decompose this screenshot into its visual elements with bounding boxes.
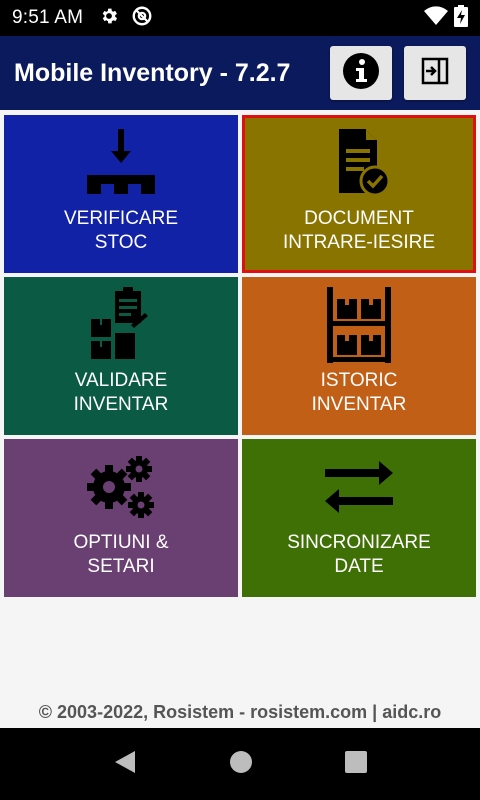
tile-label: ISTORIC INVENTAR bbox=[311, 370, 407, 415]
app-title: Mobile Inventory - 7.2.7 bbox=[14, 58, 291, 87]
tile-optiuni-setari[interactable]: OPTIUNI & SETARI bbox=[4, 439, 238, 597]
info-icon bbox=[342, 52, 380, 95]
clipboard-boxes-icon bbox=[4, 285, 238, 365]
tile-label: VERIFICARE STOC bbox=[63, 208, 179, 253]
home-icon[interactable] bbox=[229, 750, 253, 779]
tile-verificare-stoc[interactable]: VERIFICARE STOC bbox=[4, 115, 238, 273]
tile-document-intrare-iesire[interactable]: DOCUMENT INTRARE-IESIRE bbox=[242, 115, 476, 273]
sync-arrows-icon bbox=[242, 447, 476, 527]
gears-icon bbox=[4, 447, 238, 527]
menu-grid: VERIFICARE STOC DOCUMENT INTRARE-IESIRE bbox=[4, 115, 476, 597]
status-bar: 9:51 AM bbox=[0, 0, 480, 36]
nav-bar bbox=[0, 728, 480, 800]
wifi-icon bbox=[424, 5, 448, 31]
at-sign-icon bbox=[131, 5, 153, 32]
tile-label: VALIDARE INVENTAR bbox=[73, 370, 169, 415]
footer-copyright: © 2003-2022, Rosistem - rosistem.com | a… bbox=[38, 702, 442, 722]
exit-icon bbox=[421, 57, 449, 90]
tile-label: SINCRONIZARE DATE bbox=[287, 532, 431, 577]
tile-label: OPTIUNI & SETARI bbox=[73, 532, 169, 577]
unload-pallet-icon bbox=[4, 123, 238, 203]
recents-icon[interactable] bbox=[345, 750, 367, 778]
back-icon[interactable] bbox=[113, 749, 137, 780]
tile-validare-inventar[interactable]: VALIDARE INVENTAR bbox=[4, 277, 238, 435]
status-time: 9:51 AM bbox=[12, 7, 84, 28]
battery-charging-icon bbox=[454, 4, 468, 32]
document-check-icon bbox=[242, 123, 476, 203]
info-button[interactable] bbox=[330, 46, 392, 100]
gear-icon bbox=[99, 6, 119, 31]
logout-button[interactable] bbox=[404, 46, 466, 100]
tile-label: DOCUMENT INTRARE-IESIRE bbox=[282, 208, 436, 253]
warehouse-shelf-icon bbox=[242, 285, 476, 365]
app-bar: Mobile Inventory - 7.2.7 bbox=[0, 36, 480, 110]
tile-istoric-inventar[interactable]: ISTORIC INVENTAR bbox=[242, 277, 476, 435]
tile-sincronizare-date[interactable]: SINCRONIZARE DATE bbox=[242, 439, 476, 597]
